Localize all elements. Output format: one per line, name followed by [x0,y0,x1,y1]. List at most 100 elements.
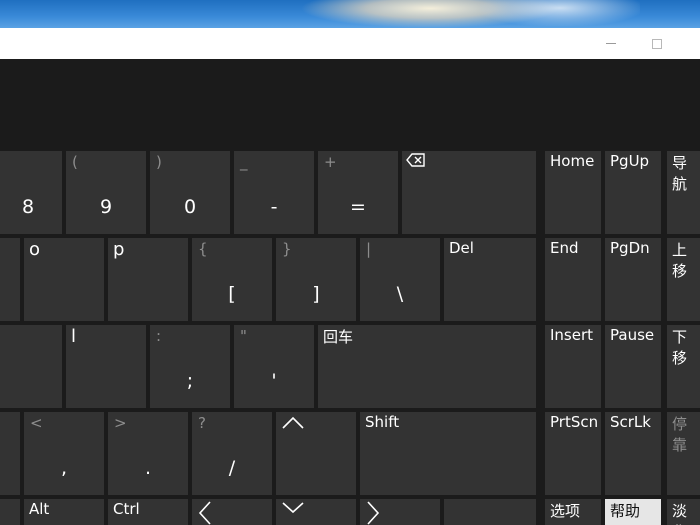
key-scrlk[interactable]: ScrLk [605,412,661,495]
key-l[interactable]: l [66,325,146,408]
maximize-button[interactable] [642,28,672,59]
key-main-label: - [270,196,278,218]
key-p[interactable]: p [108,238,188,321]
key-main-label: 9 [99,196,113,218]
arrow-left-icon [198,501,211,525]
key-main-label: ] [312,283,320,305]
key-label: PrtScn [550,413,599,431]
backspace-icon [406,153,425,167]
key-8[interactable]: 8 [0,151,62,234]
key-left-bracket[interactable]: { [ [192,238,272,321]
key-k[interactable] [0,325,62,408]
key-help[interactable]: 帮助 [605,499,661,525]
key-shift-label: " [240,327,247,345]
key-label: o [29,239,41,260]
key-quote[interactable]: " ' [234,325,314,408]
key-arrow-up[interactable] [276,412,356,495]
key-shift-label: ? [198,414,206,432]
key-shift-label: | [366,240,372,258]
key-main-label: [ [228,283,236,305]
key-arrow-right[interactable] [360,499,440,525]
key-label: PgDn [610,239,650,257]
key-enter[interactable]: 回车 [318,325,536,408]
key-label: 导航 [672,154,688,193]
arrow-down-icon [282,502,304,514]
key-main-label: \ [396,283,404,305]
window-titlebar [0,28,700,59]
key-label: ScrLk [610,413,651,431]
key-label: Insert [550,326,594,344]
minimize-button[interactable] [596,28,626,59]
key-pgdn[interactable]: PgDn [605,238,661,321]
key-ctrl[interactable]: Ctrl [108,499,188,525]
key-options[interactable]: 选项 [545,499,601,525]
key-insert[interactable]: Insert [545,325,601,408]
key-main-label: 8 [21,196,35,218]
key-dock[interactable]: 停靠 [667,412,700,495]
key-label: Alt [29,500,50,518]
key-move-up[interactable]: 上移 [667,238,700,321]
key-pgup[interactable]: PgUp [605,151,661,234]
key-backspace[interactable] [402,151,536,234]
key-label: Pause [610,326,655,344]
key-shift-label: < [30,414,43,432]
key-main-label: ' [271,370,277,392]
key-fn[interactable] [0,499,20,525]
key-label: 帮助 [610,502,641,520]
key-label: 选项 [550,502,581,520]
key-main-label: ; [186,370,194,392]
key-main-label: , [60,457,68,479]
key-9[interactable]: ( 9 [66,151,146,234]
key-label: Home [550,152,595,170]
key-shift-label: ( [72,153,78,171]
key-label: p [113,239,125,260]
key-del[interactable]: Del [444,238,536,321]
key-o[interactable]: o [24,238,104,321]
key-end[interactable]: End [545,238,601,321]
key-label: 上移 [672,241,688,280]
key-fade[interactable]: 淡化 [667,499,700,525]
key-pause[interactable]: Pause [605,325,661,408]
key-home[interactable]: Home [545,151,601,234]
key-blank[interactable] [444,499,536,525]
key-arrow-left[interactable] [192,499,272,525]
key-shift-label: ) [156,153,162,171]
key-shift[interactable]: Shift [360,412,536,495]
wallpaper-cloud [480,0,640,26]
key-slash[interactable]: ? / [192,412,272,495]
key-nav[interactable]: 导航 [667,151,700,234]
key-i[interactable] [0,238,20,321]
key-minus[interactable]: _ - [234,151,314,234]
key-equals[interactable]: + = [318,151,398,234]
key-main-label: . [144,457,152,479]
key-main-label: / [228,457,236,479]
key-move-down[interactable]: 下移 [667,325,700,408]
key-0[interactable]: ) 0 [150,151,230,234]
key-main-label: 0 [183,196,197,218]
key-backslash[interactable]: | \ [360,238,440,321]
key-period[interactable]: > . [108,412,188,495]
keyboard-top-area [0,59,700,147]
key-label: PgUp [610,152,650,170]
key-label: Ctrl [113,500,140,518]
key-label: Shift [365,413,400,431]
key-alt[interactable]: Alt [24,499,104,525]
key-prtscn[interactable]: PrtScn [545,412,601,495]
key-semicolon[interactable]: : ; [150,325,230,408]
key-arrow-down[interactable] [276,499,356,525]
key-label: 停靠 [672,415,688,454]
key-shift-label: _ [240,153,248,171]
key-shift-label: { [198,240,208,258]
key-m[interactable] [0,412,20,495]
key-label: End [550,239,579,257]
minimize-icon [606,43,616,44]
key-comma[interactable]: < , [24,412,104,495]
key-shift-label: } [282,240,292,258]
key-label: 回车 [323,328,354,346]
key-shift-label: : [156,327,162,345]
key-shift-label: + [324,153,337,171]
arrow-up-icon [282,416,304,429]
key-right-bracket[interactable]: } ] [276,238,356,321]
arrow-right-icon [367,501,380,525]
key-main-label: = [350,196,366,218]
